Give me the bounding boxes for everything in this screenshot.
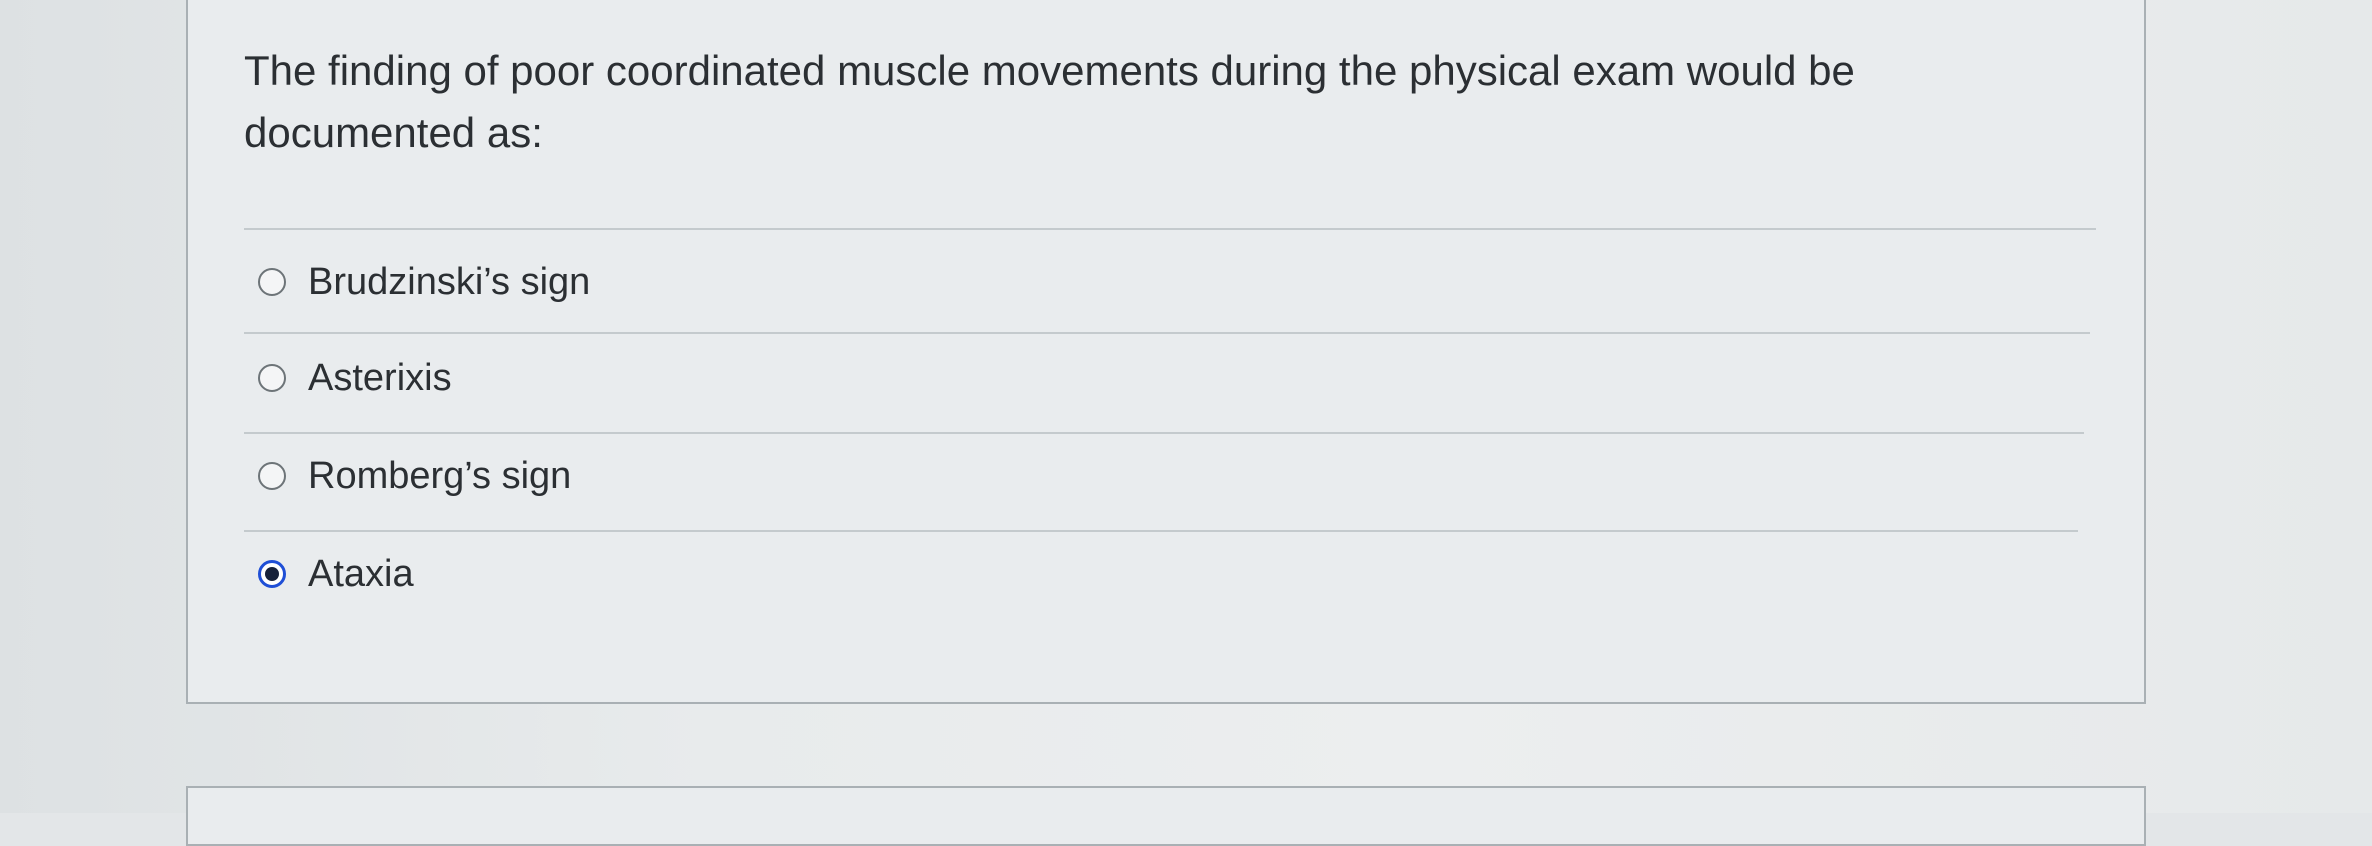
option-label: Asterixis <box>308 356 452 399</box>
option-asterixis[interactable]: Asterixis <box>258 350 452 406</box>
radio-checked-icon[interactable] <box>258 560 286 588</box>
option-rombergs-sign[interactable]: Romberg’s sign <box>258 448 571 504</box>
question-card: The finding of poor coordinated muscle m… <box>186 0 2146 704</box>
radio-unchecked-icon[interactable] <box>258 268 286 296</box>
divider <box>244 228 2096 230</box>
radio-unchecked-icon[interactable] <box>258 462 286 490</box>
option-label: Brudzinski’s sign <box>308 260 591 303</box>
divider <box>244 530 2078 532</box>
option-label: Ataxia <box>308 552 414 595</box>
option-label: Romberg’s sign <box>308 454 572 497</box>
question-text: The finding of poor coordinated muscle m… <box>244 47 1855 156</box>
option-ataxia[interactable]: Ataxia <box>258 546 414 602</box>
radio-unchecked-icon[interactable] <box>258 364 286 392</box>
next-question-card <box>186 786 2146 846</box>
divider <box>244 432 2084 434</box>
option-brudzinskis-sign[interactable]: Brudzinski’s sign <box>258 254 590 310</box>
divider <box>244 332 2090 334</box>
